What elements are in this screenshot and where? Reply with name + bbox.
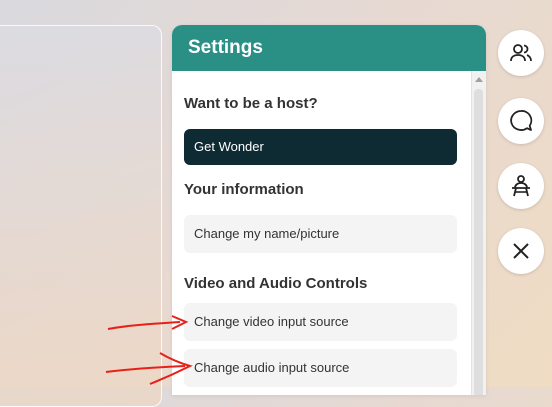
scroll-thumb[interactable] xyxy=(474,89,483,395)
settings-scrollbar[interactable] xyxy=(471,71,486,395)
host-desk-icon xyxy=(512,175,530,197)
video-audio-section-title: Video and Audio Controls xyxy=(184,275,368,292)
video-tile xyxy=(0,25,162,407)
close-icon xyxy=(513,243,529,259)
change-video-source-button[interactable]: Change video input source xyxy=(184,303,457,341)
scroll-up-arrow-icon[interactable] xyxy=(475,77,483,82)
info-section-title: Your information xyxy=(184,181,304,198)
chat-bubble-icon xyxy=(510,110,533,131)
chat-button[interactable] xyxy=(498,98,544,144)
host-section-title: Want to be a host? xyxy=(184,95,318,112)
people-button[interactable] xyxy=(498,30,544,76)
change-name-picture-button[interactable]: Change my name/picture xyxy=(184,215,457,253)
get-wonder-button[interactable]: Get Wonder xyxy=(184,129,457,165)
people-icon xyxy=(510,44,532,62)
host-desk-button[interactable] xyxy=(498,163,544,209)
close-button[interactable] xyxy=(498,228,544,274)
settings-panel: Settings Want to be a host? Get Wonder Y… xyxy=(172,25,486,395)
change-audio-source-button[interactable]: Change audio input source xyxy=(184,349,457,387)
settings-title: Settings xyxy=(172,25,486,71)
